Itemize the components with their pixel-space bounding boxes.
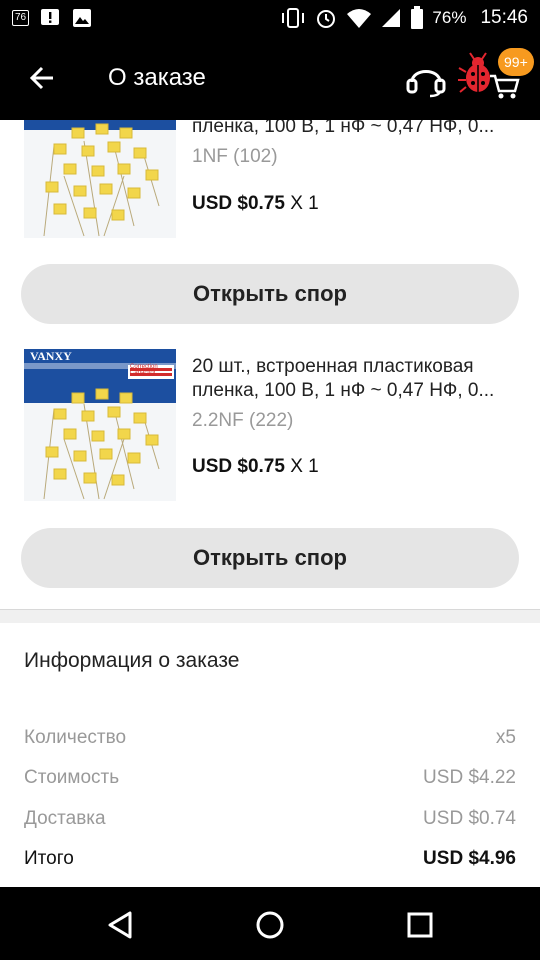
image-tag-text: Correction Capacitor: [130, 364, 158, 376]
shipping-value: USD $0.74: [423, 808, 516, 829]
total-row: Итого USD $4.96: [24, 848, 516, 870]
shipping-row: Доставка USD $0.74: [24, 808, 516, 830]
product-price: USD $0.75 X 1: [192, 456, 319, 478]
alert-icon: [41, 9, 60, 25]
cost-value: USD $4.22: [423, 767, 516, 788]
alarm-icon: [317, 10, 336, 28]
quantity-value: x5: [495, 727, 516, 748]
open-dispute-button[interactable]: Открыть спор: [21, 528, 519, 588]
price-value: USD $0.75: [192, 456, 285, 477]
cost-row: Стоимость USD $4.22: [24, 767, 516, 789]
recents-square-icon[interactable]: [400, 905, 440, 945]
notification-count-icon: 76: [12, 10, 30, 26]
status-bar: 76 76% 15:46: [0, 0, 540, 36]
section-divider: [0, 609, 540, 623]
product-title[interactable]: 20 шт., встроенная пластиковая пленка, 1…: [192, 355, 522, 403]
open-dispute-button[interactable]: Открыть спор: [21, 264, 519, 324]
signal-icon: [382, 9, 401, 27]
total-value: USD $4.96: [423, 848, 516, 869]
product-price: USD $0.75 X 1: [192, 193, 319, 215]
product-image[interactable]: [24, 120, 176, 238]
quantity-value: X 1: [290, 456, 319, 477]
cart-icon[interactable]: [488, 72, 522, 100]
battery-icon: [411, 6, 424, 29]
image-brand-text: VANXY: [30, 349, 72, 363]
battery-level: 76%: [432, 8, 467, 27]
price-value: USD $0.75: [192, 193, 285, 214]
arrow-left-icon: [29, 66, 53, 90]
order-info-title: Информация о заказе: [24, 649, 240, 672]
app-bar: О заказе 99+: [0, 36, 540, 120]
shipping-label: Доставка: [24, 808, 106, 829]
clock: 15:46: [480, 7, 528, 28]
home-circle-icon[interactable]: [250, 905, 290, 945]
quantity-value: X 1: [290, 193, 319, 214]
total-label: Итого: [24, 848, 74, 869]
system-nav-bar: [0, 887, 540, 960]
page-title: О заказе: [108, 64, 206, 91]
quantity-label: Количество: [24, 727, 127, 748]
product-variant: 1NF (102): [192, 146, 278, 167]
vibrate-icon: [282, 8, 305, 28]
cart-badge: 99+: [498, 48, 534, 76]
capacitor-image: [24, 120, 176, 238]
quantity-row: Количество x5: [24, 727, 516, 749]
back-button[interactable]: [24, 60, 60, 96]
product-image[interactable]: VANXY Correction Capacitor: [24, 349, 176, 501]
product-title[interactable]: пленка, 100 В, 1 нФ ~ 0,47 НФ, 0...: [192, 120, 522, 139]
wifi-icon: [347, 9, 372, 28]
order-details-content[interactable]: пленка, 100 В, 1 нФ ~ 0,47 НФ, 0... 1NF …: [0, 120, 540, 887]
image-icon: [73, 9, 92, 27]
product-variant: 2.2NF (222): [192, 410, 294, 431]
headset-icon[interactable]: [404, 58, 448, 98]
back-triangle-icon[interactable]: [100, 905, 140, 945]
cost-label: Стоимость: [24, 767, 120, 788]
